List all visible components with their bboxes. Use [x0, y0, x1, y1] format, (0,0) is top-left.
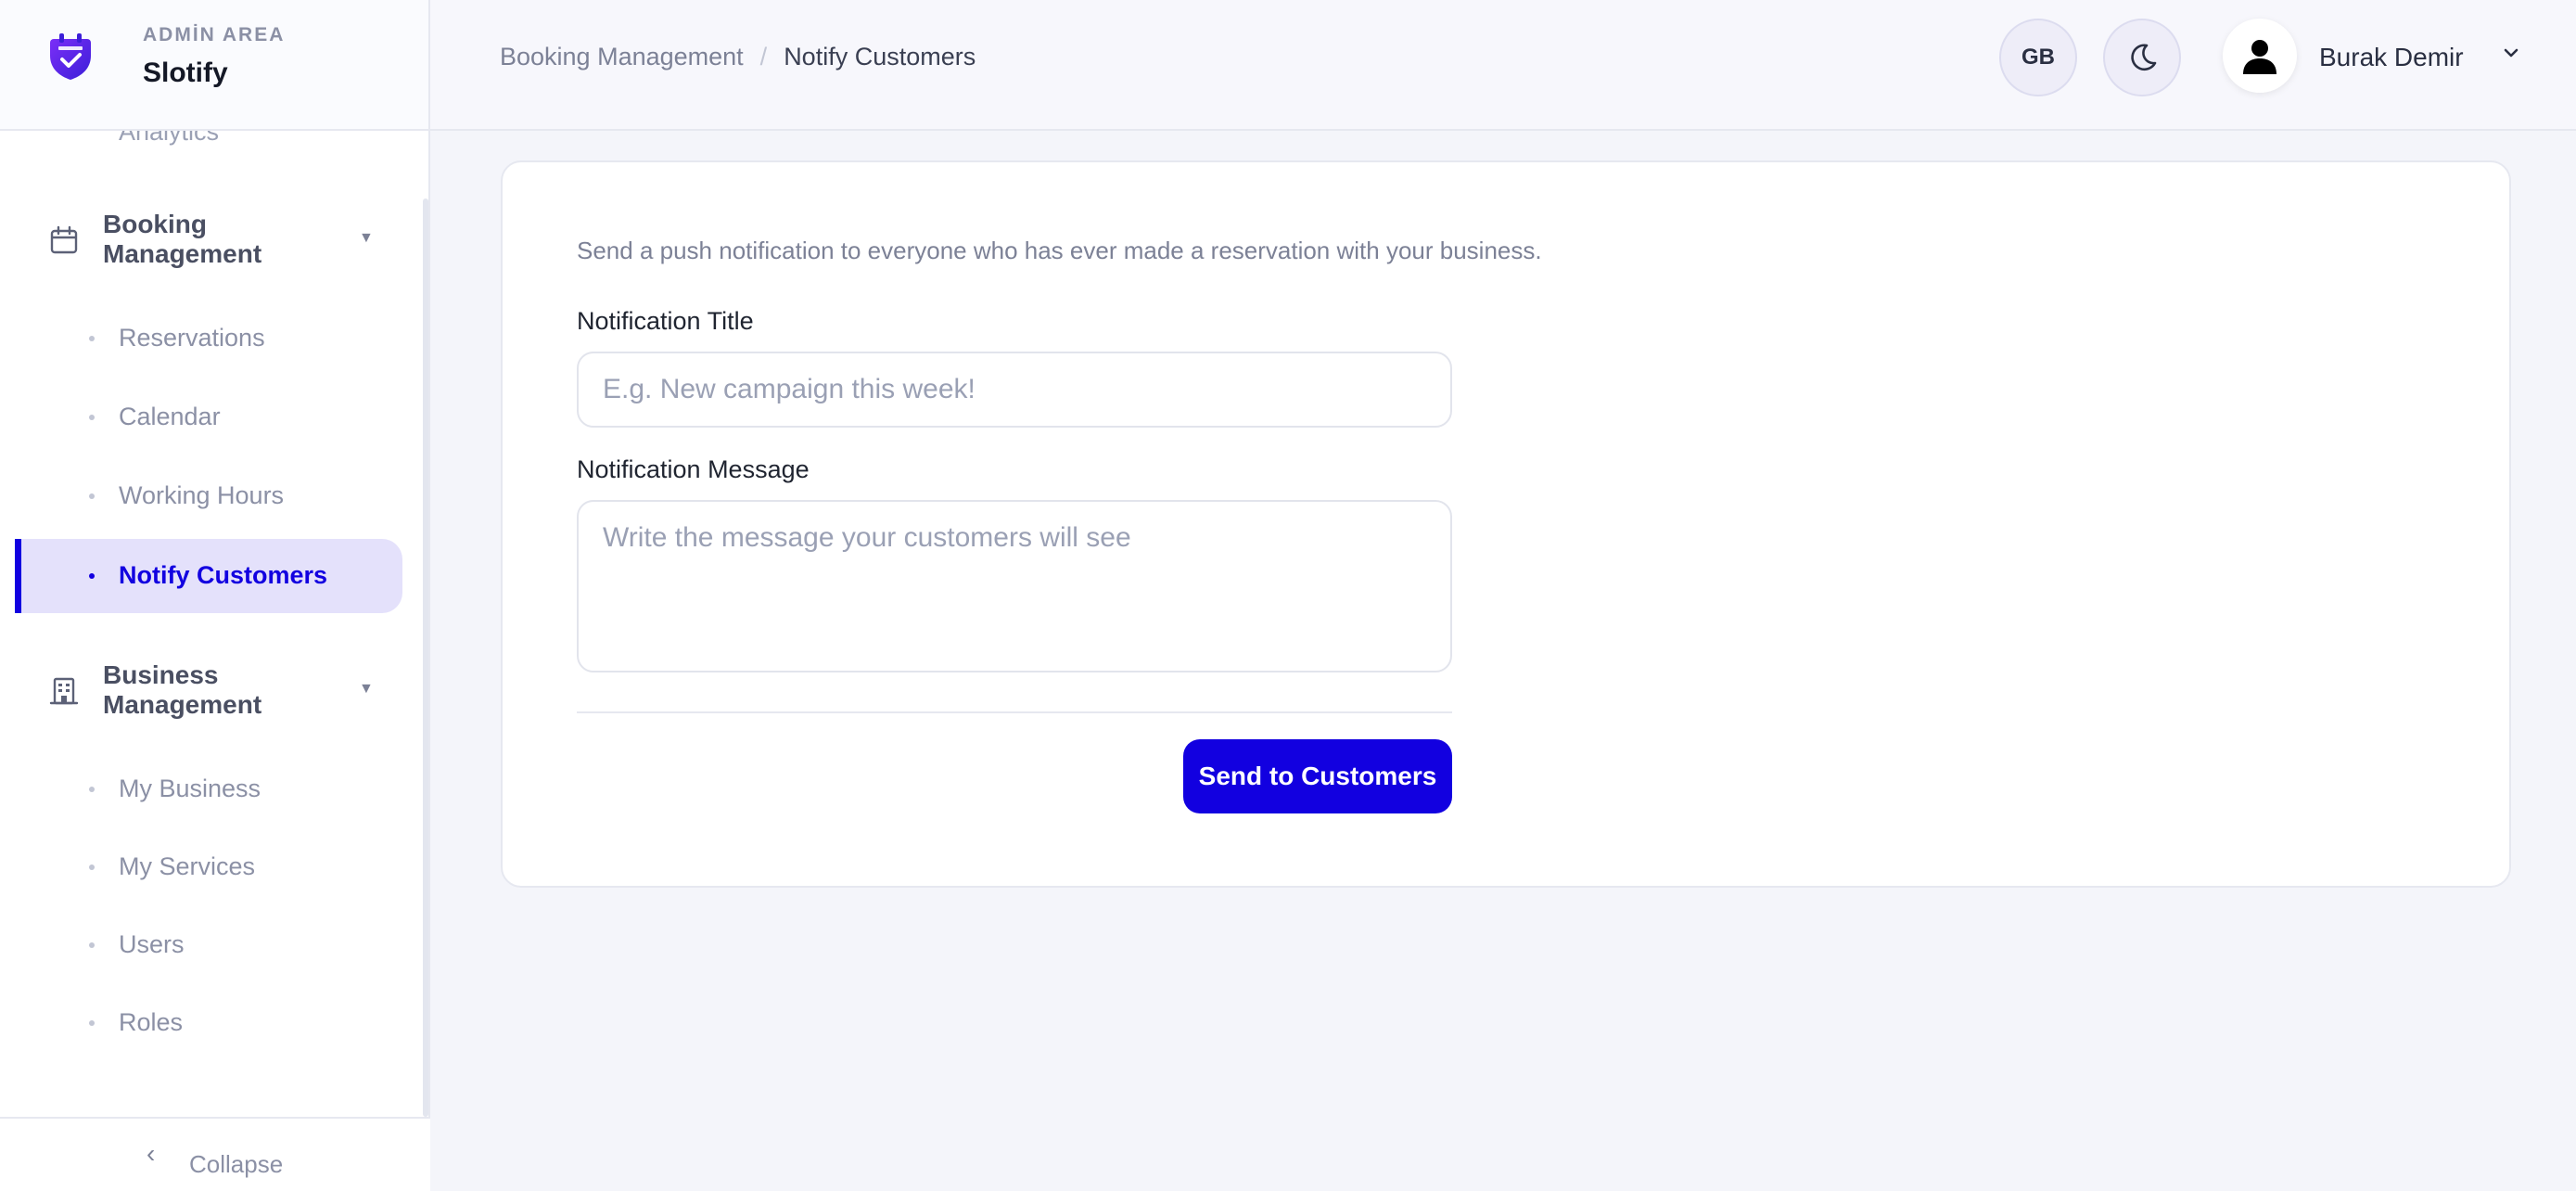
sidebar-item-label: My Business [119, 775, 261, 802]
sidebar-scrollbar[interactable] [423, 198, 428, 1117]
sidebar-item-my-services[interactable]: My Services [0, 830, 430, 904]
brand-header: ADMİN AREA Slotify [0, 0, 428, 131]
theme-toggle-button[interactable] [2103, 19, 2181, 96]
notification-message-textarea[interactable] [577, 500, 1452, 672]
bullet-dot-icon [89, 942, 95, 948]
sidebar-item-analytics[interactable]: Analytics [119, 131, 219, 147]
bullet-dot-icon [89, 336, 95, 341]
collapse-button[interactable]: ‹ Collapse [0, 1117, 430, 1191]
top-header: Booking Management / Notify Customers GB B… [430, 0, 2576, 131]
user-name: Burak Demir [2319, 43, 2464, 71]
app-name: Slotify [143, 58, 228, 88]
sidebar-nav: Analytics Booking Management ▼ Reservati… [0, 131, 430, 1117]
bullet-dot-icon [89, 864, 95, 870]
sidebar-group-business-management[interactable]: Business Management ▼ [0, 659, 430, 729]
sidebar-item-label: Notify Customers [119, 561, 328, 589]
form-divider [577, 711, 1452, 713]
active-item-indicator [15, 539, 21, 613]
calendar-icon [50, 225, 78, 254]
sidebar-group-booking-management[interactable]: Booking Management ▼ [0, 208, 430, 278]
sidebar-item-users[interactable]: Users [0, 908, 430, 982]
notify-customers-card: Send a push notification to everyone who… [501, 160, 2511, 888]
breadcrumb-link-booking-management[interactable]: Booking Management [500, 43, 744, 70]
sidebar-item-label: Roles [119, 1008, 184, 1036]
breadcrumb-current: Notify Customers [784, 43, 976, 70]
caret-down-icon: ▼ [359, 681, 374, 697]
calendar-shield-logo-icon [50, 33, 91, 80]
admin-area-label: ADMİN AREA [143, 24, 286, 45]
language-button[interactable]: GB [1999, 19, 2077, 96]
chevron-left-icon: ‹ [147, 1139, 156, 1168]
collapse-label: Collapse [189, 1150, 284, 1178]
sidebar: ADMİN AREA Slotify Analytics Booking Man… [0, 0, 430, 1191]
send-to-customers-button[interactable]: Send to Customers [1183, 739, 1452, 813]
avatar [2223, 19, 2297, 93]
breadcrumb-separator: / [759, 43, 768, 70]
sidebar-item-label: Reservations [119, 324, 265, 352]
chevron-down-icon [2504, 48, 2519, 58]
sidebar-group-label: Booking Management [103, 210, 262, 268]
sidebar-item-roles[interactable]: Roles [0, 986, 430, 1060]
form-description: Send a push notification to everyone who… [577, 237, 1542, 264]
sidebar-item-label: Calendar [119, 403, 221, 430]
bullet-dot-icon [89, 573, 95, 579]
notification-title-label: Notification Title [577, 307, 754, 335]
sidebar-group-label: Business Management [103, 660, 262, 719]
language-code: GB [2021, 45, 2055, 70]
moon-icon [2131, 44, 2157, 71]
bullet-dot-icon [89, 493, 95, 499]
bullet-dot-icon [89, 1020, 95, 1026]
sidebar-item-reservations[interactable]: Reservations [0, 301, 430, 376]
user-icon [2243, 40, 2276, 74]
sidebar-item-working-hours[interactable]: Working Hours [0, 459, 430, 533]
bullet-dot-icon [89, 415, 95, 420]
sidebar-item-label: My Services [119, 852, 256, 880]
building-icon [49, 677, 79, 705]
sidebar-item-notify-customers[interactable]: Notify Customers [0, 539, 430, 613]
caret-down-icon: ▼ [359, 230, 374, 246]
bullet-dot-icon [89, 787, 95, 792]
sidebar-item-label: Users [119, 930, 185, 958]
notification-message-label: Notification Message [577, 455, 810, 483]
sidebar-item-label: Working Hours [119, 481, 285, 509]
breadcrumb: Booking Management / Notify Customers [500, 43, 976, 71]
sidebar-item-calendar[interactable]: Calendar [0, 380, 430, 455]
sidebar-item-my-business[interactable]: My Business [0, 752, 430, 826]
notification-title-input[interactable] [577, 352, 1452, 428]
